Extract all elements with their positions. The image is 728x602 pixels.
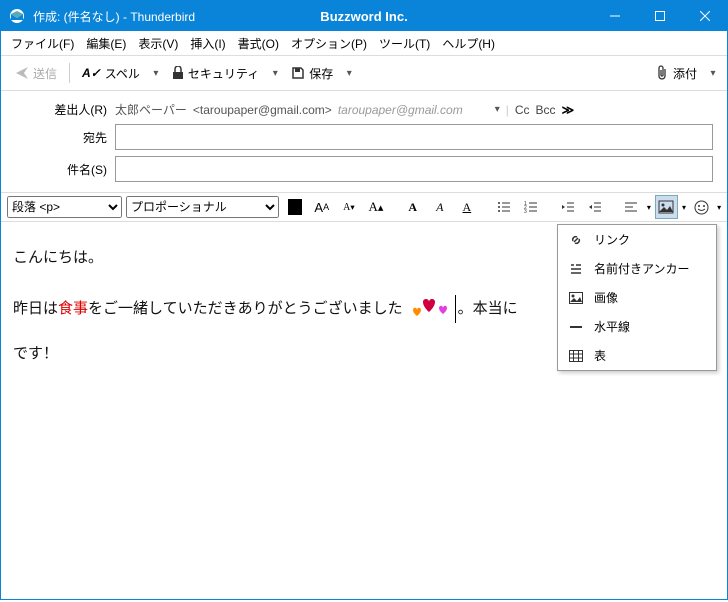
close-button[interactable]: [682, 1, 727, 31]
font-size-decrease-button[interactable]: AA: [310, 195, 333, 219]
menu-view[interactable]: 表示(V): [132, 33, 184, 54]
insert-anchor-item[interactable]: 名前付きアンカー: [558, 254, 716, 283]
minimize-button[interactable]: [592, 1, 637, 31]
emoji-dropdown[interactable]: ▾: [717, 203, 721, 212]
hearts-image: [403, 294, 453, 324]
from-dropdown[interactable]: ▾: [495, 104, 500, 115]
from-email: <taroupaper@gmail.com>: [193, 103, 332, 117]
svg-text:3: 3: [524, 209, 527, 214]
titlebar: 作成: (件名なし) - Thunderbird Buzzword Inc.: [1, 1, 727, 31]
from-name: 太郎ペーパー: [115, 101, 187, 118]
from-label: 差出人(R): [15, 101, 115, 118]
window-title: 作成: (件名なし) - Thunderbird: [33, 8, 195, 25]
attach-label: 添付: [673, 65, 697, 82]
highlighted-text: 食事: [58, 300, 88, 317]
outdent-button[interactable]: [556, 195, 579, 219]
paperclip-icon: [655, 65, 669, 81]
emoji-button[interactable]: [690, 195, 713, 219]
menu-format[interactable]: 書式(O): [232, 33, 285, 54]
menu-insert[interactable]: 挿入(I): [184, 33, 231, 54]
image-icon: [568, 290, 584, 306]
subject-input[interactable]: [115, 156, 713, 182]
font-select[interactable]: プロポーショナル: [126, 196, 279, 218]
insert-anchor-label: 名前付きアンカー: [594, 260, 690, 277]
insert-menu: リンク 名前付きアンカー 画像 水平線 表: [557, 224, 717, 371]
align-dropdown[interactable]: ▾: [647, 203, 651, 212]
menu-edit[interactable]: 編集(E): [80, 33, 132, 54]
security-label: セキュリティ: [188, 65, 259, 82]
security-button[interactable]: セキュリティ: [166, 61, 265, 86]
text-cursor: [455, 295, 456, 323]
spell-dropdown[interactable]: ▾: [150, 68, 162, 79]
insert-link-item[interactable]: リンク: [558, 225, 716, 254]
save-button[interactable]: 保存: [285, 61, 339, 86]
anchor-icon: [568, 261, 584, 277]
font-size-small-button[interactable]: A▾: [337, 195, 360, 219]
attach-dropdown[interactable]: ▾: [707, 68, 719, 79]
format-toolbar: 段落 <p> プロポーショナル AA A▾ A▴ A A A 123 ▾ ▾ ▾: [1, 192, 727, 222]
send-label: 送信: [33, 65, 57, 82]
insert-hr-label: 水平線: [594, 318, 630, 335]
security-dropdown[interactable]: ▾: [269, 68, 281, 79]
more-recipients-button[interactable]: ≫: [562, 103, 573, 117]
spell-label: スペル: [105, 65, 140, 82]
send-button[interactable]: 送信: [9, 61, 63, 86]
italic-button[interactable]: A: [428, 195, 451, 219]
brand-label: Buzzword Inc.: [320, 9, 407, 24]
insert-hr-item[interactable]: 水平線: [558, 312, 716, 341]
save-label: 保存: [309, 65, 333, 82]
insert-image-item[interactable]: 画像: [558, 283, 716, 312]
font-size-large-button[interactable]: A▴: [364, 195, 387, 219]
attach-button[interactable]: 添付: [649, 61, 703, 86]
menu-help[interactable]: ヘルプ(H): [436, 33, 501, 54]
text-color-button[interactable]: [283, 195, 306, 219]
insert-link-label: リンク: [594, 231, 630, 248]
insert-table-label: 表: [594, 347, 606, 364]
insert-dropdown[interactable]: ▾: [682, 203, 686, 212]
table-icon: [568, 348, 584, 364]
spell-button[interactable]: A✓ スペル: [76, 61, 146, 86]
app-icon: [7, 6, 27, 26]
underline-button[interactable]: A: [455, 195, 478, 219]
align-button[interactable]: [620, 195, 643, 219]
menu-file[interactable]: ファイル(F): [5, 33, 80, 54]
menu-tools[interactable]: ツール(T): [373, 33, 436, 54]
menu-options[interactable]: オプション(P): [285, 33, 373, 54]
hr-icon: [568, 319, 584, 335]
link-icon: [568, 232, 584, 248]
subject-label: 件名(S): [15, 161, 115, 178]
bullet-list-button[interactable]: [492, 195, 515, 219]
bcc-button[interactable]: Bcc: [536, 103, 556, 117]
indent-button[interactable]: [583, 195, 606, 219]
insert-table-item[interactable]: 表: [558, 341, 716, 370]
to-label: 宛先: [15, 129, 115, 146]
menubar: ファイル(F) 編集(E) 表示(V) 挿入(I) 書式(O) オプション(P)…: [1, 31, 727, 55]
lock-icon: [172, 66, 184, 80]
send-icon: [15, 66, 29, 80]
address-block: 差出人(R) 太郎ペーパー <taroupaper@gmail.com> tar…: [1, 91, 727, 192]
save-icon: [291, 66, 305, 80]
cc-button[interactable]: Cc: [515, 103, 530, 117]
paragraph-select[interactable]: 段落 <p>: [7, 196, 122, 218]
number-list-button[interactable]: 123: [519, 195, 542, 219]
insert-button[interactable]: [655, 195, 678, 219]
save-dropdown[interactable]: ▾: [343, 68, 355, 79]
from-email-secondary: taroupaper@gmail.com: [338, 103, 463, 117]
to-input[interactable]: [115, 124, 713, 150]
spell-icon: A✓: [82, 66, 101, 80]
maximize-button[interactable]: [637, 1, 682, 31]
main-toolbar: 送信 A✓ スペル ▾ セキュリティ ▾ 保存 ▾ 添付 ▾: [1, 55, 727, 91]
insert-image-label: 画像: [594, 289, 618, 306]
bold-button[interactable]: A: [401, 195, 424, 219]
